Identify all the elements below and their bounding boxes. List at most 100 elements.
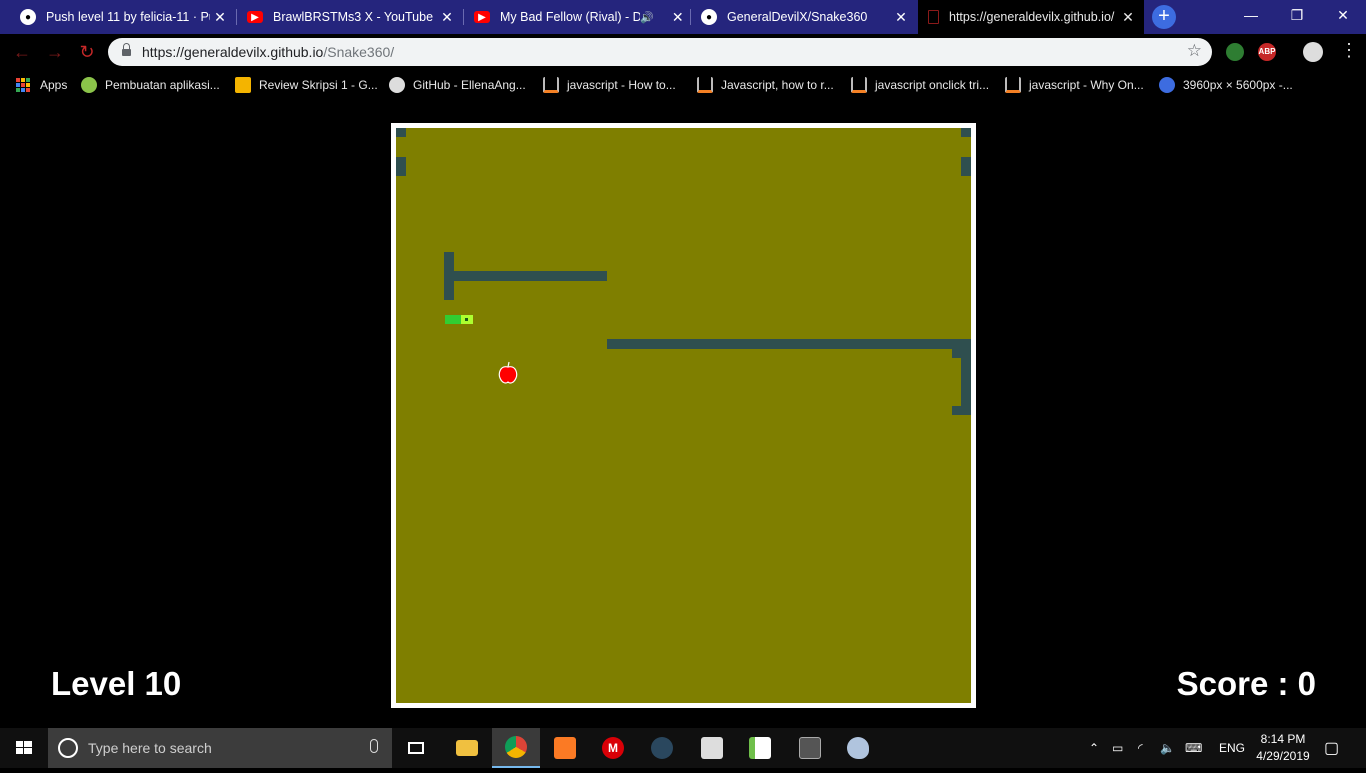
- url-text: https://generaldevilx.github.io/Snake360…: [142, 44, 395, 60]
- notifications-icon[interactable]: ▢: [1324, 728, 1339, 768]
- page-icon: [928, 10, 939, 24]
- wall-segment: [952, 349, 961, 358]
- score-indicator: Score : 0: [1176, 665, 1316, 702]
- bookmark-item[interactable]: Review Skripsi 1 - G...: [235, 76, 378, 94]
- windows-logo-icon: [16, 741, 32, 754]
- wall-segment: [454, 271, 607, 281]
- bookmark-label: javascript - Why On...: [1029, 78, 1144, 92]
- clock-date: 4/29/2019: [1256, 749, 1310, 763]
- bookmark-item[interactable]: javascript onclick tri...: [851, 76, 989, 94]
- tab-brawlbrstms[interactable]: ▶ BrawlBRSTMs3 X - YouTube ✕: [237, 0, 463, 34]
- reload-icon[interactable]: ↻: [75, 41, 99, 63]
- level-indicator: Level 10: [51, 665, 182, 702]
- audio-playing-icon[interactable]: 🔊: [640, 11, 654, 24]
- bookmark-label: GitHub - EllenaAng...: [413, 78, 526, 92]
- clipchamp-icon[interactable]: [688, 728, 736, 768]
- stackoverflow-icon: [543, 77, 559, 93]
- clock-time: 8:14 PM: [1260, 732, 1306, 746]
- bookmark-apps[interactable]: Apps: [16, 76, 67, 94]
- bookmark-label: javascript - How to...: [567, 78, 676, 92]
- tab-snake360-game[interactable]: https://generaldevilx.github.io/ ✕: [918, 0, 1144, 34]
- start-button[interactable]: [0, 728, 48, 768]
- cortana-icon: [58, 738, 78, 758]
- adblock-icon[interactable]: ABP: [1258, 43, 1276, 61]
- tab-label: Push level 11 by felicia-11 · Pul: [46, 10, 210, 24]
- address-bar[interactable]: https://generaldevilx.github.io/Snake360…: [108, 38, 1212, 66]
- bookmark-label: Apps: [40, 78, 68, 92]
- close-icon[interactable]: ✕: [1118, 9, 1138, 26]
- file-explorer-icon[interactable]: [443, 728, 491, 768]
- tab-label: My Bad Fellow (Rival) - Dy: [500, 10, 640, 24]
- wall-segment: [961, 157, 971, 176]
- bookmark-item[interactable]: Pembuatan aplikasi...: [81, 76, 220, 94]
- bookmark-item[interactable]: javascript - How to...: [543, 76, 676, 94]
- sprite-app-icon[interactable]: [786, 728, 834, 768]
- youtube-icon: ▶: [474, 11, 490, 23]
- github-icon: ●: [20, 9, 36, 25]
- bookmark-label: Review Skripsi 1 - G...: [259, 78, 378, 92]
- steam-icon[interactable]: [638, 728, 686, 768]
- battery-icon[interactable]: ▭: [1112, 728, 1123, 768]
- new-tab-button[interactable]: +: [1152, 5, 1176, 29]
- tab-label: BrawlBRSTMs3 X - YouTube: [273, 10, 434, 24]
- tab-push-level-11[interactable]: ● Push level 11 by felicia-11 · Pul ✕: [10, 0, 236, 34]
- forward-arrow-icon[interactable]: →: [43, 41, 67, 63]
- bookmark-item[interactable]: javascript - Why On...: [1005, 76, 1144, 94]
- back-arrow-icon[interactable]: ←: [10, 41, 34, 63]
- wifi-icon[interactable]: ◜: [1138, 728, 1143, 768]
- keyboard-icon[interactable]: ⌨: [1185, 728, 1202, 768]
- chrome-icon[interactable]: [492, 728, 540, 768]
- bookmark-item[interactable]: Javascript, how to r...: [697, 76, 834, 94]
- site-icon: [81, 77, 97, 93]
- browser-toolbar: ← → ↻ https://generaldevilx.github.io/Sn…: [0, 34, 1366, 70]
- snake-body: [445, 315, 461, 324]
- profile-icon[interactable]: [1303, 42, 1323, 62]
- bookmark-label: Pembuatan aplikasi...: [105, 78, 220, 92]
- apps-icon: [16, 78, 30, 92]
- windows-taskbar: Type here to search M ⌃ ▭ ◜ 🔈 ⌨ ENG 8:14…: [0, 728, 1366, 768]
- paint-icon[interactable]: [834, 728, 882, 768]
- ext-world-icon[interactable]: [1226, 43, 1244, 61]
- restore-button[interactable]: ❐: [1274, 0, 1320, 30]
- wall-segment: [444, 252, 454, 300]
- taskbar-search[interactable]: Type here to search: [48, 728, 392, 768]
- youtube-icon: ▶: [247, 11, 263, 23]
- slides-icon: [235, 77, 251, 93]
- task-view-icon[interactable]: [392, 728, 440, 768]
- show-hidden-icons[interactable]: ⌃: [1089, 728, 1099, 768]
- close-window-button[interactable]: ✕: [1320, 0, 1366, 30]
- game-board-frame: [391, 123, 976, 708]
- bookmark-label: 3960px × 5600px -...: [1183, 78, 1293, 92]
- wall-segment: [961, 128, 971, 137]
- notepad-icon[interactable]: [736, 728, 784, 768]
- page-content: Level 10 Score : 0: [0, 100, 1366, 728]
- tab-my-bad-fellow[interactable]: ▶ My Bad Fellow (Rival) - Dy 🔊 ✕: [464, 0, 690, 34]
- volume-icon[interactable]: 🔈: [1160, 728, 1175, 768]
- input-language[interactable]: ENG: [1219, 728, 1245, 768]
- browser-tab-strip: ● Push level 11 by felicia-11 · Pul ✕ ▶ …: [0, 0, 1366, 34]
- system-clock[interactable]: 8:14 PM 4/29/2019: [1252, 731, 1314, 765]
- bookmarks-bar: Apps Pembuatan aplikasi... Review Skrips…: [0, 70, 1366, 100]
- bookmark-star-icon[interactable]: ☆: [1187, 41, 1202, 61]
- snake-eye: [465, 318, 468, 321]
- menu-kebab-icon[interactable]: ⋮: [1340, 40, 1358, 61]
- close-icon[interactable]: ✕: [437, 9, 457, 26]
- minimize-button[interactable]: —: [1228, 0, 1274, 30]
- game-canvas[interactable]: [396, 128, 971, 703]
- close-icon[interactable]: ✕: [210, 9, 230, 26]
- c-icon: [1159, 77, 1175, 93]
- tab-snake360-repo[interactable]: ● GeneralDevilX/Snake360 ✕: [691, 0, 917, 34]
- close-icon[interactable]: ✕: [668, 9, 688, 26]
- wall-segment: [961, 349, 971, 415]
- bookmark-item[interactable]: 3960px × 5600px -...: [1159, 76, 1293, 94]
- wall-segment: [607, 339, 971, 349]
- bookmark-label: javascript onclick tri...: [875, 78, 990, 92]
- search-placeholder: Type here to search: [88, 740, 212, 756]
- xampp-icon[interactable]: [541, 728, 589, 768]
- tab-label: https://generaldevilx.github.io/: [949, 10, 1115, 24]
- bookmark-item[interactable]: GitHub - EllenaAng...: [389, 76, 526, 94]
- microphone-icon[interactable]: [370, 739, 378, 753]
- mega-icon[interactable]: M: [589, 728, 637, 768]
- wall-segment: [952, 406, 961, 415]
- close-icon[interactable]: ✕: [891, 9, 911, 26]
